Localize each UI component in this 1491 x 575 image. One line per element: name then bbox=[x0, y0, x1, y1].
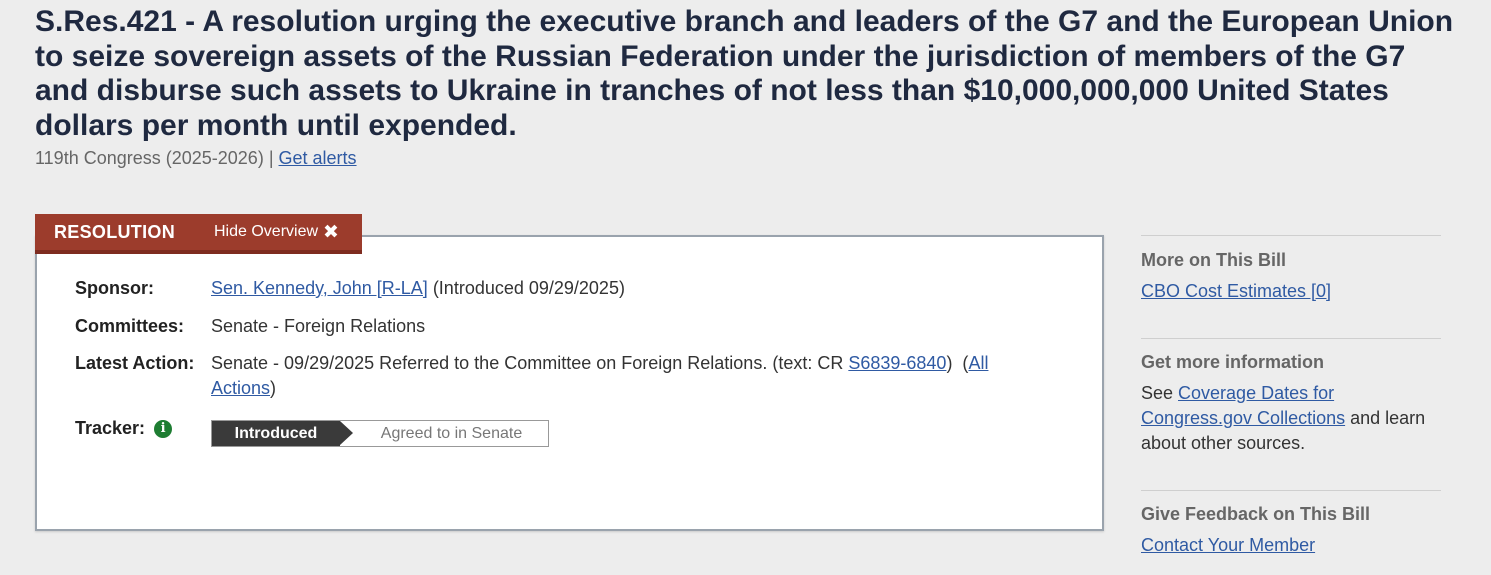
tracker-step-agreed-senate: Agreed to in Senate bbox=[380, 424, 523, 442]
congress-line: 119th Congress (2025-2026) | Get alerts bbox=[35, 148, 357, 169]
overview-tab-bar: RESOLUTION Hide Overview ✖ bbox=[35, 214, 362, 254]
latest-action-text: Senate - 09/29/2025 Referred to the Comm… bbox=[211, 353, 849, 373]
sidebar-info-body: See Coverage Dates for Congress.gov Coll… bbox=[1141, 381, 1441, 456]
hide-overview-button[interactable]: Hide Overview ✖ bbox=[214, 223, 339, 242]
info-icon[interactable]: i bbox=[154, 420, 173, 438]
sponsor-value: Sen. Kennedy, John [R-LA] (Introduced 09… bbox=[211, 276, 1041, 301]
sidebar-more-heading: More on This Bill bbox=[1141, 250, 1287, 270]
congress-session: 119th Congress (2025-2026) | bbox=[35, 148, 274, 168]
contact-your-member-link[interactable]: Contact Your Member bbox=[1141, 535, 1315, 555]
sponsor-introduced: (Introduced 09/29/2025) bbox=[427, 278, 625, 298]
sidebar-info-section: Get more information See Coverage Dates … bbox=[1141, 338, 1441, 456]
hide-overview-label: Hide Overview bbox=[214, 223, 319, 240]
get-alerts-link[interactable]: Get alerts bbox=[279, 148, 357, 168]
tracker-step-introduced: Introduced bbox=[212, 421, 340, 446]
latest-action-value: Senate - 09/29/2025 Referred to the Comm… bbox=[211, 351, 1031, 401]
tracker-arrow-shape bbox=[340, 421, 353, 445]
sidebar-info-see: See bbox=[1141, 383, 1179, 403]
page-title: S.Res.421 - A resolution urging the exec… bbox=[35, 5, 1454, 142]
sidebar-feedback-heading: Give Feedback on This Bill bbox=[1141, 504, 1371, 524]
congressional-record-link[interactable]: S6839-6840 bbox=[848, 353, 946, 373]
sidebar-more-body: CBO Cost Estimates [0] bbox=[1141, 279, 1441, 304]
sidebar-more-section: More on This Bill CBO Cost Estimates [0] bbox=[1141, 235, 1441, 304]
sidebar-feedback-section: Give Feedback on This Bill Contact Your … bbox=[1141, 490, 1441, 558]
sidebar-info-heading: Get more information bbox=[1141, 352, 1325, 372]
sponsor-link[interactable]: Sen. Kennedy, John [R-LA] bbox=[211, 278, 428, 298]
latest-action-close: ) bbox=[270, 378, 277, 398]
sponsor-label: Sponsor: bbox=[75, 278, 154, 298]
legislation-type-label: RESOLUTION bbox=[54, 221, 176, 242]
committees-label: Committees: bbox=[75, 316, 185, 336]
sidebar-feedback-body: Contact Your Member bbox=[1141, 533, 1441, 558]
cbo-cost-estimates-link[interactable]: CBO Cost Estimates [0] bbox=[1141, 281, 1331, 301]
latest-action-label: Latest Action: bbox=[75, 353, 195, 373]
tracker-label: Tracker: bbox=[75, 418, 146, 438]
tracker-label-row: Tracker: i bbox=[75, 416, 173, 441]
latest-action-sep: ) ( bbox=[946, 353, 969, 373]
close-icon: ✖ bbox=[323, 221, 339, 243]
bill-tracker: Introduced Agreed to in Senate bbox=[211, 420, 549, 447]
committees-value: Senate - Foreign Relations bbox=[211, 316, 426, 336]
